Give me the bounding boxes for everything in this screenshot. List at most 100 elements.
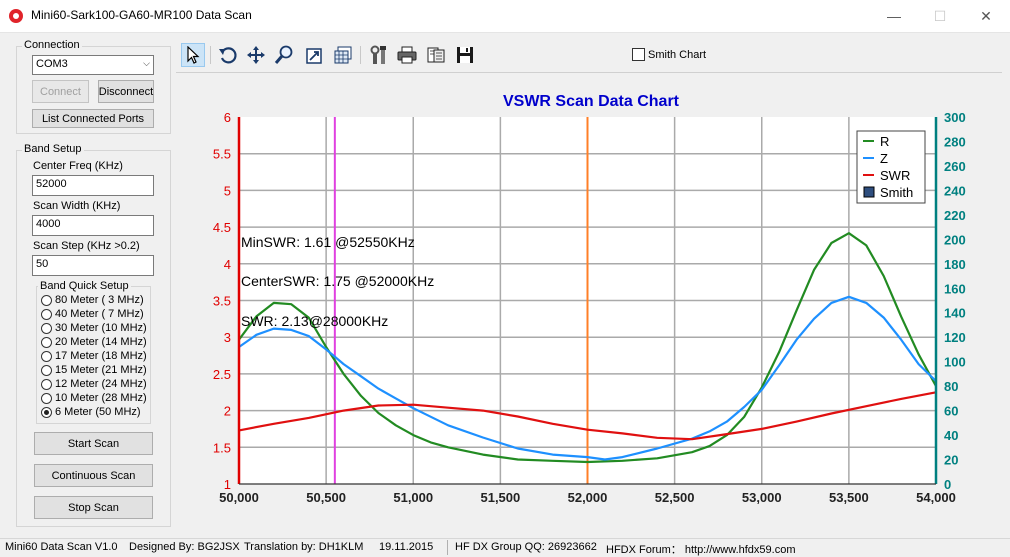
scan-step-input[interactable]: 50 xyxy=(32,255,154,276)
smith-chart-checkbox[interactable]: Smith Chart xyxy=(632,48,706,61)
band-setup-group-label: Band Setup xyxy=(22,143,84,155)
band-radio-15m[interactable]: 15 Meter (21 MHz) xyxy=(41,363,147,377)
band-radio-label: 80 Meter ( 3 MHz) xyxy=(55,294,144,306)
status-group: HF DX Group QQ: 26923662 xyxy=(455,541,597,553)
port-select-value: COM3 xyxy=(36,58,68,70)
center-swr-annotation: CenterSWR: 1.75 @52000KHz xyxy=(241,273,434,289)
center-freq-label: Center Freq (KHz) xyxy=(33,160,123,172)
status-divider xyxy=(447,540,448,555)
chart-legend: RZ SWR Smith xyxy=(856,130,926,204)
chart-title: VSWR Scan Data Chart xyxy=(503,93,680,110)
legend-label: Z xyxy=(880,151,888,166)
radio-dot xyxy=(41,364,52,376)
status-bar: Mini60 Data Scan V1.0 Designed By: BG2JS… xyxy=(0,538,1010,557)
radio-dot xyxy=(41,392,52,404)
legend-label: R xyxy=(880,134,889,149)
y-left-tick-label: 4 xyxy=(224,257,231,272)
y-right-tick-label: 200 xyxy=(944,232,966,247)
band-radio-80m[interactable]: 80 Meter ( 3 MHz) xyxy=(41,293,144,307)
swr-28000-annotation: SWR: 2.13@28000KHz xyxy=(241,313,388,329)
y-right-tick-label: 240 xyxy=(944,183,966,198)
zoom-icon[interactable] xyxy=(272,43,296,67)
band-radio-20m[interactable]: 20 Meter (14 MHz) xyxy=(41,335,147,349)
y-left-tick-label: 4.5 xyxy=(213,220,231,235)
window-title: Mini60-Sark100-GA60-MR100 Data Scan xyxy=(31,8,252,22)
band-radio-label: 12 Meter (24 MHz) xyxy=(55,378,147,390)
scan-width-label: Scan Width (KHz) xyxy=(33,200,121,212)
print-icon[interactable] xyxy=(395,43,419,67)
radio-dot xyxy=(41,350,52,362)
band-radio-label: 40 Meter ( 7 MHz) xyxy=(55,308,144,320)
legend-label: SWR xyxy=(880,168,910,183)
checkbox-box xyxy=(632,48,645,61)
toolbar-separator xyxy=(360,46,361,64)
x-tick-label: 53,000 xyxy=(742,490,782,505)
band-radio-12m[interactable]: 12 Meter (24 MHz) xyxy=(41,377,147,391)
status-version: Mini60 Data Scan V1.0 xyxy=(5,541,118,553)
continuous-scan-button[interactable]: Continuous Scan xyxy=(34,464,153,487)
stop-scan-button[interactable]: Stop Scan xyxy=(34,496,153,519)
band-quick-setup-label: Band Quick Setup xyxy=(38,280,131,292)
y-right-tick-label: 100 xyxy=(944,355,966,370)
band-radio-40m[interactable]: 40 Meter ( 7 MHz) xyxy=(41,307,144,321)
data-table-icon[interactable] xyxy=(331,43,355,67)
legend-swatch-smith xyxy=(863,186,875,198)
y-left-tick-label: 5 xyxy=(224,183,231,198)
legend-label: Smith xyxy=(880,185,913,200)
y-left-tick-label: 1.5 xyxy=(213,440,231,455)
settings-tools-icon[interactable] xyxy=(367,43,391,67)
list-ports-button[interactable]: List Connected Ports xyxy=(32,109,154,128)
center-freq-input[interactable]: 52000 xyxy=(32,175,154,196)
band-radio-label: 15 Meter (21 MHz) xyxy=(55,364,147,376)
port-select[interactable]: COM3 ⌵ xyxy=(32,55,154,75)
y-right-tick-label: 40 xyxy=(944,428,958,443)
x-tick-label: 52,500 xyxy=(655,490,695,505)
disconnect-button[interactable]: Disconnect xyxy=(98,80,154,103)
export-image-icon[interactable] xyxy=(302,43,326,67)
y-right-tick-label: 140 xyxy=(944,306,966,321)
radio-dot-selected xyxy=(41,406,52,418)
y-right-tick-label: 300 xyxy=(944,110,966,125)
x-tick-label: 54,000 xyxy=(916,490,956,505)
move-icon[interactable] xyxy=(244,43,268,67)
y-right-tick-label: 220 xyxy=(944,208,966,223)
band-radio-17m[interactable]: 17 Meter (18 MHz) xyxy=(41,349,147,363)
y-left-tick-label: 3.5 xyxy=(213,294,231,309)
y-left-tick-label: 2 xyxy=(224,404,231,419)
vswr-chart[interactable]: VSWR Scan Data Chart 50,000 50,500 51,000 5… xyxy=(176,73,1002,526)
band-radio-6m[interactable]: 6 Meter (50 MHz) xyxy=(41,405,141,419)
scan-step-label: Scan Step (KHz >0.2) xyxy=(33,240,140,252)
save-icon[interactable] xyxy=(453,43,477,67)
y-right-tick-label: 80 xyxy=(944,379,958,394)
band-radio-30m[interactable]: 30 Meter (10 MHz) xyxy=(41,321,147,335)
y-left-tick-label: 5.5 xyxy=(213,147,231,162)
report-icon[interactable] xyxy=(424,43,448,67)
y-left-tick-label: 6 xyxy=(224,110,231,125)
band-radio-label: 6 Meter (50 MHz) xyxy=(55,406,141,418)
status-designed-by: Designed By: BG2JSX xyxy=(129,541,240,553)
app-icon xyxy=(9,9,23,23)
y-right-tick-label: 0 xyxy=(944,477,951,492)
radio-dot xyxy=(41,322,52,334)
y-left-tick-label: 2.5 xyxy=(213,367,231,382)
chart-panel: VSWR Scan Data Chart 50,000 50,500 51,000 5… xyxy=(176,73,1002,526)
y-right-tick-label: 60 xyxy=(944,404,958,419)
y-right-tick-label: 260 xyxy=(944,159,966,174)
x-tick-label: 50,000 xyxy=(219,490,259,505)
close-button[interactable]: ✕ xyxy=(963,0,1009,32)
status-translation: Translation by: DH1KLM xyxy=(244,541,364,553)
minimize-button[interactable]: — xyxy=(871,0,917,32)
min-swr-annotation: MinSWR: 1.61 @52550KHz xyxy=(241,234,415,250)
maximize-button[interactable]: ☐ xyxy=(917,0,963,32)
x-tick-label: 50,500 xyxy=(306,490,346,505)
pointer-icon[interactable] xyxy=(181,43,205,67)
y-left-tick-label: 3 xyxy=(224,330,231,345)
radio-dot xyxy=(41,378,52,390)
band-radio-10m[interactable]: 10 Meter (28 MHz) xyxy=(41,391,147,405)
smith-chart-label: Smith Chart xyxy=(648,48,707,61)
scan-width-input[interactable]: 4000 xyxy=(32,215,154,236)
connect-button[interactable]: Connect xyxy=(32,80,89,103)
start-scan-button[interactable]: Start Scan xyxy=(34,432,153,455)
x-tick-label: 53,500 xyxy=(829,490,869,505)
rotate-icon[interactable] xyxy=(216,43,240,67)
